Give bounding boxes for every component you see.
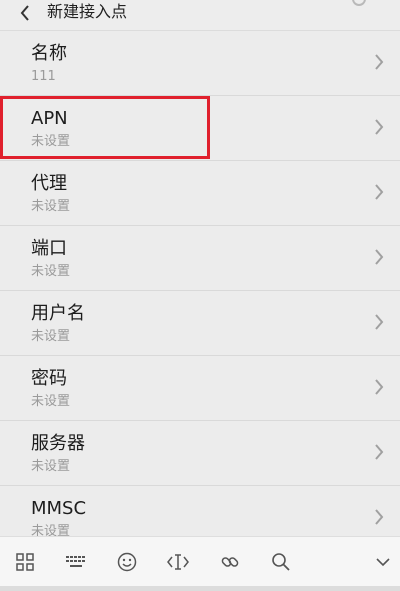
- link-icon[interactable]: [218, 550, 242, 574]
- emoji-icon[interactable]: [115, 550, 139, 574]
- chevron-right-icon: [375, 444, 384, 460]
- row-value: 未设置: [31, 199, 71, 214]
- chevron-right-icon: [375, 249, 384, 265]
- row-value: 未设置: [31, 329, 71, 344]
- back-button[interactable]: [12, 0, 38, 26]
- row-value: 未设置: [31, 459, 71, 474]
- keyboard-icon[interactable]: [64, 550, 88, 574]
- row-name[interactable]: 名称 111: [0, 31, 400, 96]
- row-proxy[interactable]: 代理 未设置: [0, 161, 400, 226]
- row-label: 密码: [31, 368, 67, 389]
- header-bar: 新建接入点: [0, 0, 400, 31]
- row-value: 未设置: [31, 264, 71, 279]
- status-indicator-icon: [352, 0, 366, 6]
- row-label: 服务器: [31, 433, 85, 454]
- screen: 新建接入点 名称 111 APN 未设置 代理 未设置 端口 未设置 用户名 未…: [0, 0, 400, 591]
- row-label: 代理: [31, 173, 67, 194]
- search-icon[interactable]: [269, 550, 293, 574]
- row-server[interactable]: 服务器 未设置: [0, 421, 400, 486]
- apn-settings-list: 名称 111 APN 未设置 代理 未设置 端口 未设置 用户名 未设置 密码 …: [0, 31, 400, 551]
- cursor-icon[interactable]: [166, 550, 190, 574]
- grid-icon[interactable]: [13, 550, 37, 574]
- row-value: 111: [31, 69, 56, 84]
- row-label: 名称: [31, 43, 67, 64]
- collapse-icon[interactable]: [371, 550, 395, 574]
- chevron-left-icon: [20, 5, 29, 21]
- page-title: 新建接入点: [47, 2, 128, 21]
- row-label: 端口: [31, 238, 67, 259]
- row-label: APN: [31, 108, 68, 129]
- row-apn[interactable]: APN 未设置: [0, 96, 400, 161]
- row-label: 用户名: [31, 303, 85, 324]
- row-value: 未设置: [31, 134, 71, 149]
- chevron-right-icon: [375, 314, 384, 330]
- row-username[interactable]: 用户名 未设置: [0, 291, 400, 356]
- keyboard-toolbar: [0, 536, 400, 591]
- chevron-right-icon: [375, 379, 384, 395]
- chevron-right-icon: [375, 184, 384, 200]
- chevron-right-icon: [375, 509, 384, 525]
- chevron-right-icon: [375, 119, 384, 135]
- bottom-edge: [0, 586, 400, 591]
- row-label: MMSC: [31, 498, 87, 519]
- row-password[interactable]: 密码 未设置: [0, 356, 400, 421]
- row-value: 未设置: [31, 394, 71, 409]
- row-port[interactable]: 端口 未设置: [0, 226, 400, 291]
- chevron-right-icon: [375, 54, 384, 70]
